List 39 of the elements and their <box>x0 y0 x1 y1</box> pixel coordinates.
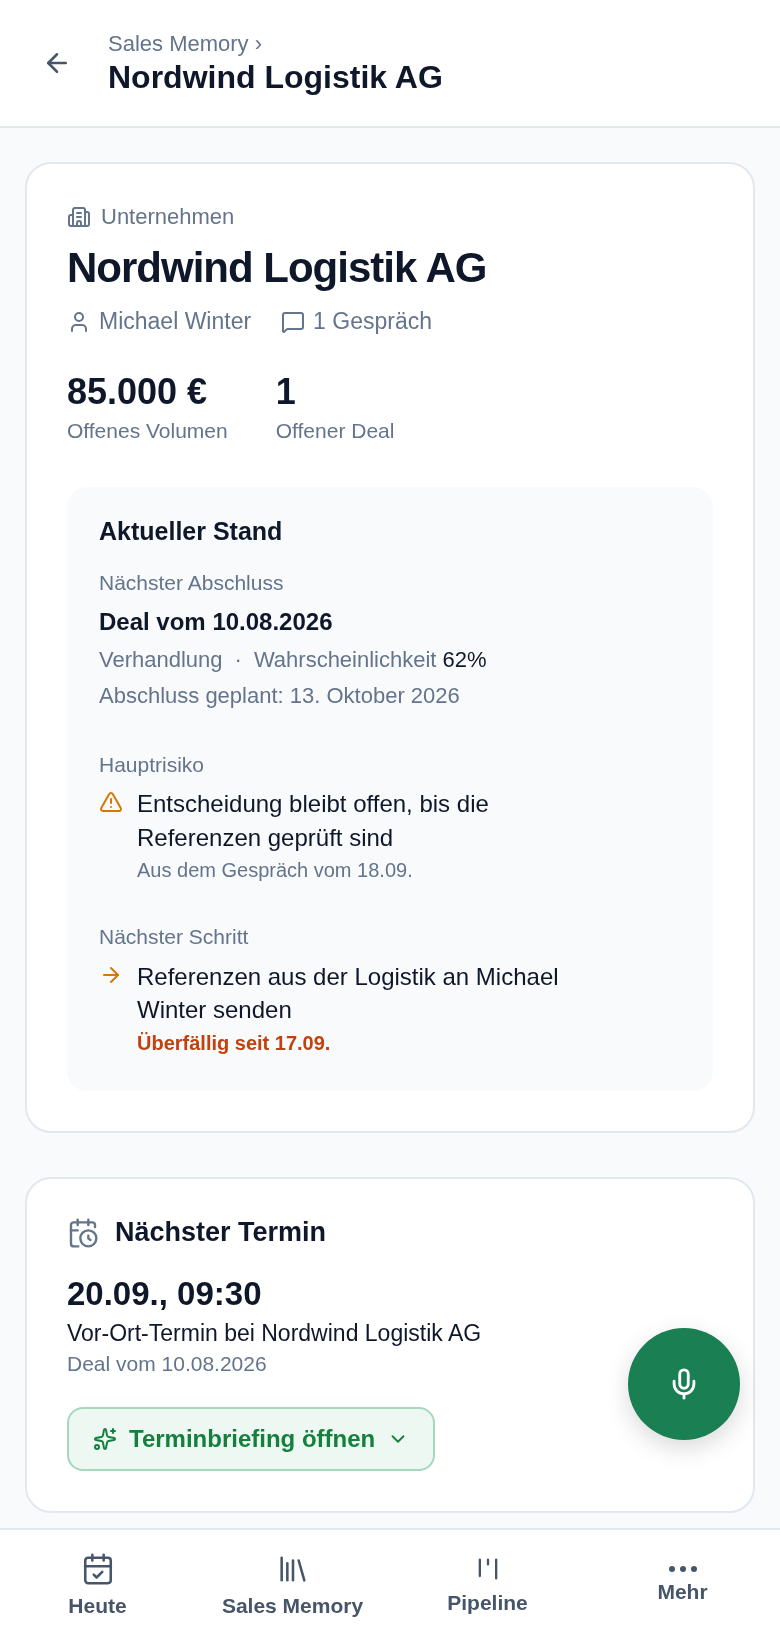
field-label: Hauptrisiko <box>99 751 206 778</box>
page-title: Nordwind Logistik AG <box>108 58 443 96</box>
stat-label: Offener Deal <box>275 419 395 443</box>
deal-stage: Verhandlung <box>99 647 223 673</box>
separator-dot: · <box>234 647 242 673</box>
section-title: Nächster Termin <box>115 1217 327 1249</box>
field-label: Nächster Schritt <box>99 924 250 951</box>
nav-tab[interactable]: Sales Memory <box>195 1530 390 1640</box>
field-label: Nächster Abschluss <box>99 570 285 596</box>
calendar-clock-icon <box>67 1216 99 1249</box>
risk-text: Entscheidung bleibt offen, bis die Referenzen geprüft sind <box>137 789 490 853</box>
section-title: Aktueller Stand <box>99 517 284 546</box>
risk-source: Aus dem Gespräch vom 18.09. <box>137 858 414 884</box>
nav-tab[interactable]: Mehr <box>585 1530 780 1640</box>
company-name: Nordwind Logistik AG <box>67 244 488 292</box>
type-label: Unternehmen <box>101 204 235 230</box>
chat-icon <box>281 309 306 334</box>
stat-value: 1 <box>275 371 297 413</box>
probability-label: Wahrscheinlichkeit <box>253 647 437 673</box>
briefing-button[interactable]: Terminbriefing öffnen <box>67 1406 436 1471</box>
probability-value: 62% <box>442 647 487 673</box>
warning-icon <box>99 790 123 815</box>
planned-date: Abschluss geplant: 13. Oktober 2026 <box>99 682 461 710</box>
stat-value: 85.000 € <box>67 371 209 413</box>
stat-label: Offenes Volumen <box>67 419 228 443</box>
breadcrumb-link[interactable]: Sales Memory › <box>108 30 443 57</box>
nav-tab[interactable]: Pipeline <box>390 1530 585 1640</box>
appointment-description: Vor-Ort-Termin bei Nordwind Logistik AG <box>67 1319 483 1349</box>
step-text: Referenzen aus der Logistik an Michael Winter senden <box>137 961 560 1026</box>
appointment-time: 20.09., 09:30 <box>67 1273 263 1314</box>
overdue-note: Überfällig seit 17.09. <box>137 1030 332 1056</box>
contact-name: Michael Winter <box>99 308 252 335</box>
more-icon <box>668 1566 697 1572</box>
nav-tab[interactable]: Heute <box>0 1530 195 1640</box>
building-icon <box>67 205 91 229</box>
sparkles-icon <box>93 1426 117 1451</box>
conversation-count: 1 Gespräch <box>313 308 432 335</box>
deal-name: Deal vom 10.08.2026 <box>99 607 334 638</box>
appointment-deal: Deal vom 10.08.2026 <box>67 1351 268 1378</box>
